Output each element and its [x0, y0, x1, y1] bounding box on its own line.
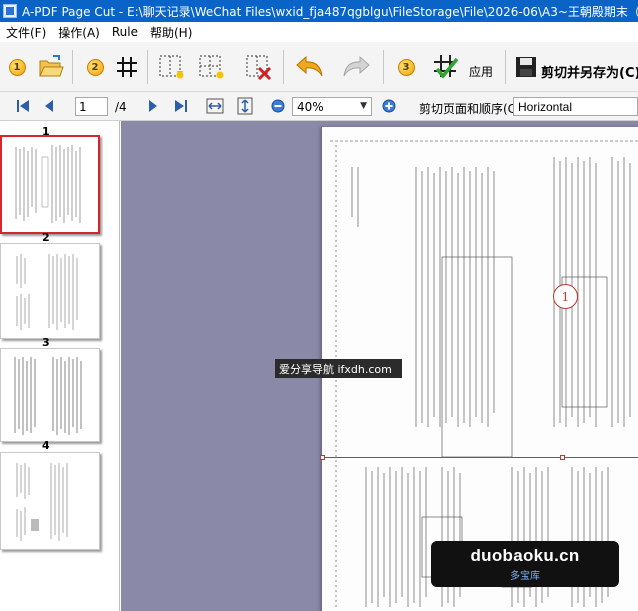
page-preview-image — [15, 145, 81, 223]
delete-split-icon — [246, 55, 272, 81]
apply-button[interactable]: 应用 — [469, 63, 493, 80]
grid-button[interactable] — [112, 52, 142, 82]
save-disk-icon — [516, 57, 536, 77]
open-folder-icon — [39, 55, 64, 77]
page-total: /4 — [115, 100, 127, 114]
cut-line-handle[interactable] — [320, 455, 325, 460]
toolbar-separator — [147, 50, 148, 84]
fit-width-icon — [206, 98, 224, 114]
zoom-out-button[interactable] — [269, 98, 287, 114]
title-bar: A-PDF Page Cut - E:\聊天记录\WeChat Files\wx… — [0, 0, 638, 22]
toolbar-separator — [505, 50, 506, 84]
zoom-in-icon — [382, 99, 396, 113]
delete-split-button[interactable] — [243, 52, 273, 82]
watermark-sub-text: 多宝库 — [510, 571, 540, 582]
zoom-in-button[interactable] — [380, 98, 398, 114]
section-marker: 1 — [553, 284, 578, 309]
cut-order-value: Horizontal — [518, 99, 573, 114]
navigation-toolbar: /4 40% ▼ — [0, 92, 638, 121]
redo-icon — [343, 55, 370, 77]
toolbar-separator — [383, 50, 384, 84]
toolbar-separator — [283, 50, 284, 84]
page-thumbnail-1[interactable] — [0, 135, 100, 234]
next-page-button[interactable] — [144, 98, 162, 114]
next-page-icon — [149, 100, 157, 112]
cut-order-select[interactable]: Horizontal — [513, 97, 638, 116]
first-page-icon — [17, 100, 29, 112]
fit-width-button[interactable] — [206, 98, 224, 114]
menu-file[interactable]: 文件(F) — [0, 24, 52, 41]
page-thumbnail-3[interactable] — [0, 348, 100, 442]
last-page-icon — [175, 100, 187, 112]
cut-and-save-button[interactable]: 剪切并另存为(C) — [541, 62, 638, 81]
save-icon-button[interactable] — [511, 52, 541, 82]
split-horizontal-icon — [199, 55, 224, 79]
window-title: A-PDF Page Cut - E:\聊天记录\WeChat Files\wx… — [22, 4, 638, 19]
step-3-badge: 3 — [391, 52, 421, 82]
menu-help[interactable]: 帮助(H) — [144, 24, 198, 41]
page-thumbnail-2[interactable] — [0, 243, 100, 339]
watermark-main-text: duobaoku.cn — [470, 546, 580, 565]
redo-button[interactable] — [341, 52, 371, 82]
zoom-value: 40% — [297, 99, 324, 114]
open-file-button[interactable] — [36, 52, 66, 82]
undo-button[interactable] — [295, 52, 325, 82]
cut-order-label: 剪切页面和顺序(C) — [419, 102, 521, 116]
grid-icon — [117, 57, 137, 77]
menu-operation[interactable]: 操作(A) — [52, 24, 106, 41]
cut-line-horizontal[interactable] — [322, 457, 638, 458]
cut-line-handle[interactable] — [560, 455, 565, 460]
previous-page-button[interactable] — [40, 98, 58, 114]
first-page-button[interactable] — [14, 98, 32, 114]
zoom-select[interactable]: 40% ▼ — [292, 97, 372, 116]
previous-page-icon — [45, 100, 53, 112]
thumbnail-panel[interactable]: 1 2 3 4 — [0, 121, 120, 611]
chevron-down-icon: ▼ — [360, 101, 367, 111]
vertical-split-button[interactable] — [156, 52, 186, 82]
page-preview-image — [16, 463, 68, 541]
apply-grid-icon — [434, 55, 459, 79]
menu-bar: 文件(F) 操作(A) Rule 帮助(H) — [0, 22, 638, 42]
apply-icon-button[interactable] — [431, 52, 461, 82]
page-preview-image — [14, 357, 82, 435]
page-preview-image — [16, 254, 78, 330]
site-tooltip: 爱分享导航 ifxdh.com — [275, 359, 402, 378]
fit-height-button[interactable] — [236, 97, 254, 115]
page-thumbnail-4[interactable] — [0, 452, 100, 550]
last-page-button[interactable] — [172, 98, 190, 114]
page-number-input[interactable] — [75, 97, 108, 116]
undo-icon — [296, 55, 323, 77]
fit-height-icon — [237, 97, 253, 115]
step-1-badge: 1 — [2, 52, 32, 82]
step-2-badge: 2 — [80, 52, 110, 82]
split-vertical-icon — [159, 55, 184, 79]
horizontal-split-button[interactable] — [196, 52, 226, 82]
main-toolbar: 1 2 3 应用 剪切并另存为(C) — [0, 42, 638, 92]
app-icon — [3, 4, 17, 18]
thumbnail-number: 4 — [42, 439, 50, 452]
menu-rule[interactable]: Rule — [106, 25, 144, 39]
toolbar-separator — [72, 50, 73, 84]
watermark-logo: duobaoku.cn 多宝库 — [431, 541, 619, 587]
zoom-out-icon — [271, 99, 285, 113]
